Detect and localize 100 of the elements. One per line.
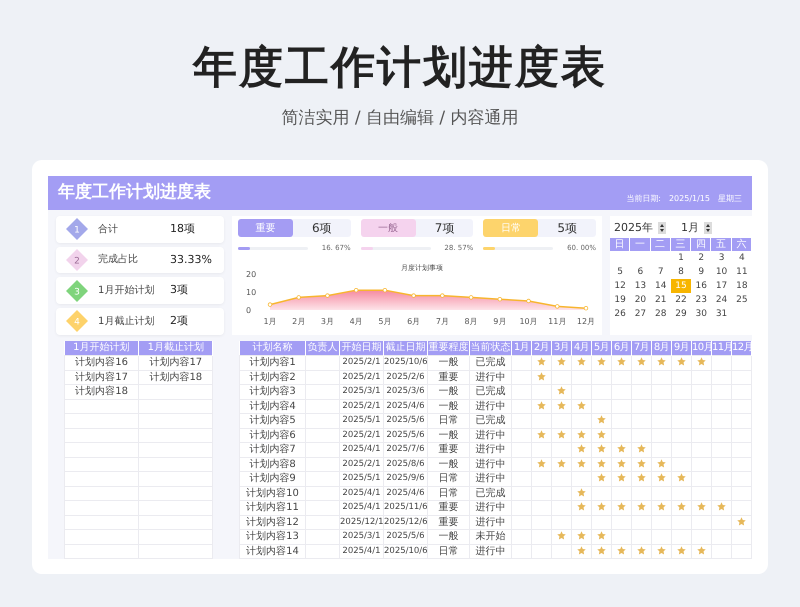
table-cell: 2025/4/1 <box>340 486 384 500</box>
calendar-day[interactable]: 29 <box>670 307 692 321</box>
star-icon <box>597 415 606 424</box>
star-icon <box>637 546 646 555</box>
star-icon <box>597 473 606 482</box>
weekday: 星期三 <box>718 193 742 205</box>
table-cell: 计划内容11 <box>240 500 306 515</box>
weekday-header: 一 <box>630 238 651 251</box>
column-header: 计划名称 <box>240 340 306 356</box>
star-icon <box>557 400 566 410</box>
weekday-header: 二 <box>650 238 671 251</box>
calendar-day[interactable]: 11 <box>732 265 752 279</box>
calendar-day[interactable]: 16 <box>691 279 712 293</box>
table-cell: 计划内容2 <box>240 370 306 384</box>
calendar-day[interactable]: 31 <box>711 307 732 321</box>
calendar-day[interactable]: 14 <box>650 279 671 293</box>
star-icon <box>677 357 686 366</box>
star-icon <box>577 400 586 410</box>
calendar-day[interactable]: 24 <box>711 293 732 307</box>
star-icon <box>677 502 686 512</box>
star-icon <box>577 430 586 439</box>
calendar-day[interactable]: 28 <box>650 307 671 321</box>
table-cell: 已完成 <box>470 414 512 428</box>
number-diamond-icon: 4 <box>66 310 88 332</box>
star-icon <box>597 430 606 439</box>
table-cell: 计划内容6 <box>240 428 306 442</box>
table-cell: 已完成 <box>470 356 512 370</box>
calendar-day[interactable]: 3 <box>711 251 732 265</box>
calendar-day[interactable]: 17 <box>711 279 732 293</box>
calendar-day[interactable]: 27 <box>630 307 651 321</box>
table-cell: 2025/2/1 <box>340 428 384 442</box>
calendar-day[interactable]: 4 <box>732 251 752 265</box>
table-cell: 2025/8/6 <box>384 457 428 472</box>
star-icon <box>577 531 586 540</box>
x-tick-label: 10月 <box>519 316 538 326</box>
data-point <box>468 294 474 300</box>
star-icon <box>617 458 626 468</box>
month-value: 1月 <box>681 220 699 236</box>
stat-label: 完成占比 <box>98 252 139 268</box>
y-tick-label: 10 <box>246 288 256 296</box>
star-icon <box>537 357 546 366</box>
calendar-day[interactable]: 7 <box>650 265 671 279</box>
table-cell: 2025/10/6 <box>384 356 428 370</box>
calendar-day[interactable]: 25 <box>732 293 752 307</box>
star-icon <box>597 546 606 555</box>
calendar-day[interactable]: 30 <box>691 307 712 321</box>
calendar-day[interactable]: 2 <box>691 251 712 265</box>
table-cell: 2025/5/6 <box>384 428 428 442</box>
calendar-day[interactable]: 12 <box>610 279 630 293</box>
calendar-day[interactable]: 10 <box>711 265 732 279</box>
calendar-day[interactable]: 21 <box>650 293 671 307</box>
table-cell: 计划内容18 <box>64 384 139 399</box>
calendar-day[interactable]: 8 <box>670 265 692 279</box>
calendar-day[interactable]: 23 <box>691 293 712 307</box>
calendar-day[interactable]: 9 <box>691 265 712 279</box>
calendar-day[interactable]: 26 <box>610 307 630 321</box>
column-header: 1月截止计划 <box>138 340 213 356</box>
star-icon <box>637 473 646 482</box>
star-icon <box>597 444 606 454</box>
month-header: 8月 <box>652 340 672 356</box>
category-tag: 重要 <box>238 219 293 237</box>
star-icon <box>677 546 686 555</box>
category-count: 5项 <box>556 220 578 237</box>
star-icon <box>637 458 646 468</box>
star-icon <box>617 444 626 454</box>
calendar-day[interactable]: 5 <box>610 265 630 279</box>
data-point <box>268 302 272 306</box>
calendar-day[interactable]: 22 <box>670 293 692 307</box>
table-cell: 2025/3/6 <box>384 384 428 399</box>
star-icon <box>537 458 546 468</box>
month-header: 9月 <box>672 340 692 356</box>
table-cell: 2025/2/1 <box>340 370 384 384</box>
x-tick-label: 2月 <box>292 316 306 326</box>
calendar-day[interactable]: 13 <box>630 279 651 293</box>
table-cell: 一般 <box>428 457 470 472</box>
data-point <box>526 298 531 303</box>
date-label: 当前日期: <box>626 193 661 205</box>
data-point <box>354 288 358 292</box>
calendar-day[interactable]: 18 <box>732 279 752 293</box>
calendar-day[interactable]: 19 <box>610 293 630 307</box>
spinner-icon[interactable] <box>658 222 666 234</box>
star-icon <box>737 516 746 526</box>
category-tag: 日常 <box>483 219 538 237</box>
star-icon <box>557 430 566 439</box>
calendar-day[interactable]: 1 <box>670 251 692 265</box>
calendar-day[interactable]: 6 <box>630 265 651 279</box>
star-icon <box>597 502 606 512</box>
star-icon <box>577 458 586 468</box>
table-cell: 日常 <box>428 472 470 486</box>
table-cell: 2025/12/1 <box>340 515 384 530</box>
spinner-icon[interactable] <box>704 222 712 234</box>
subtitle: 简洁实用 / 自由编辑 / 内容通用 <box>281 110 519 127</box>
number-diamond-icon: 2 <box>66 248 88 271</box>
table-cell: 计划内容9 <box>240 472 306 486</box>
table-cell: 重要 <box>428 500 470 515</box>
x-tick-label: 5月 <box>378 316 392 326</box>
star-icon <box>537 400 546 410</box>
star-icon <box>697 502 706 512</box>
stat-value: 2项 <box>170 312 188 329</box>
calendar-day[interactable]: 20 <box>630 293 651 307</box>
